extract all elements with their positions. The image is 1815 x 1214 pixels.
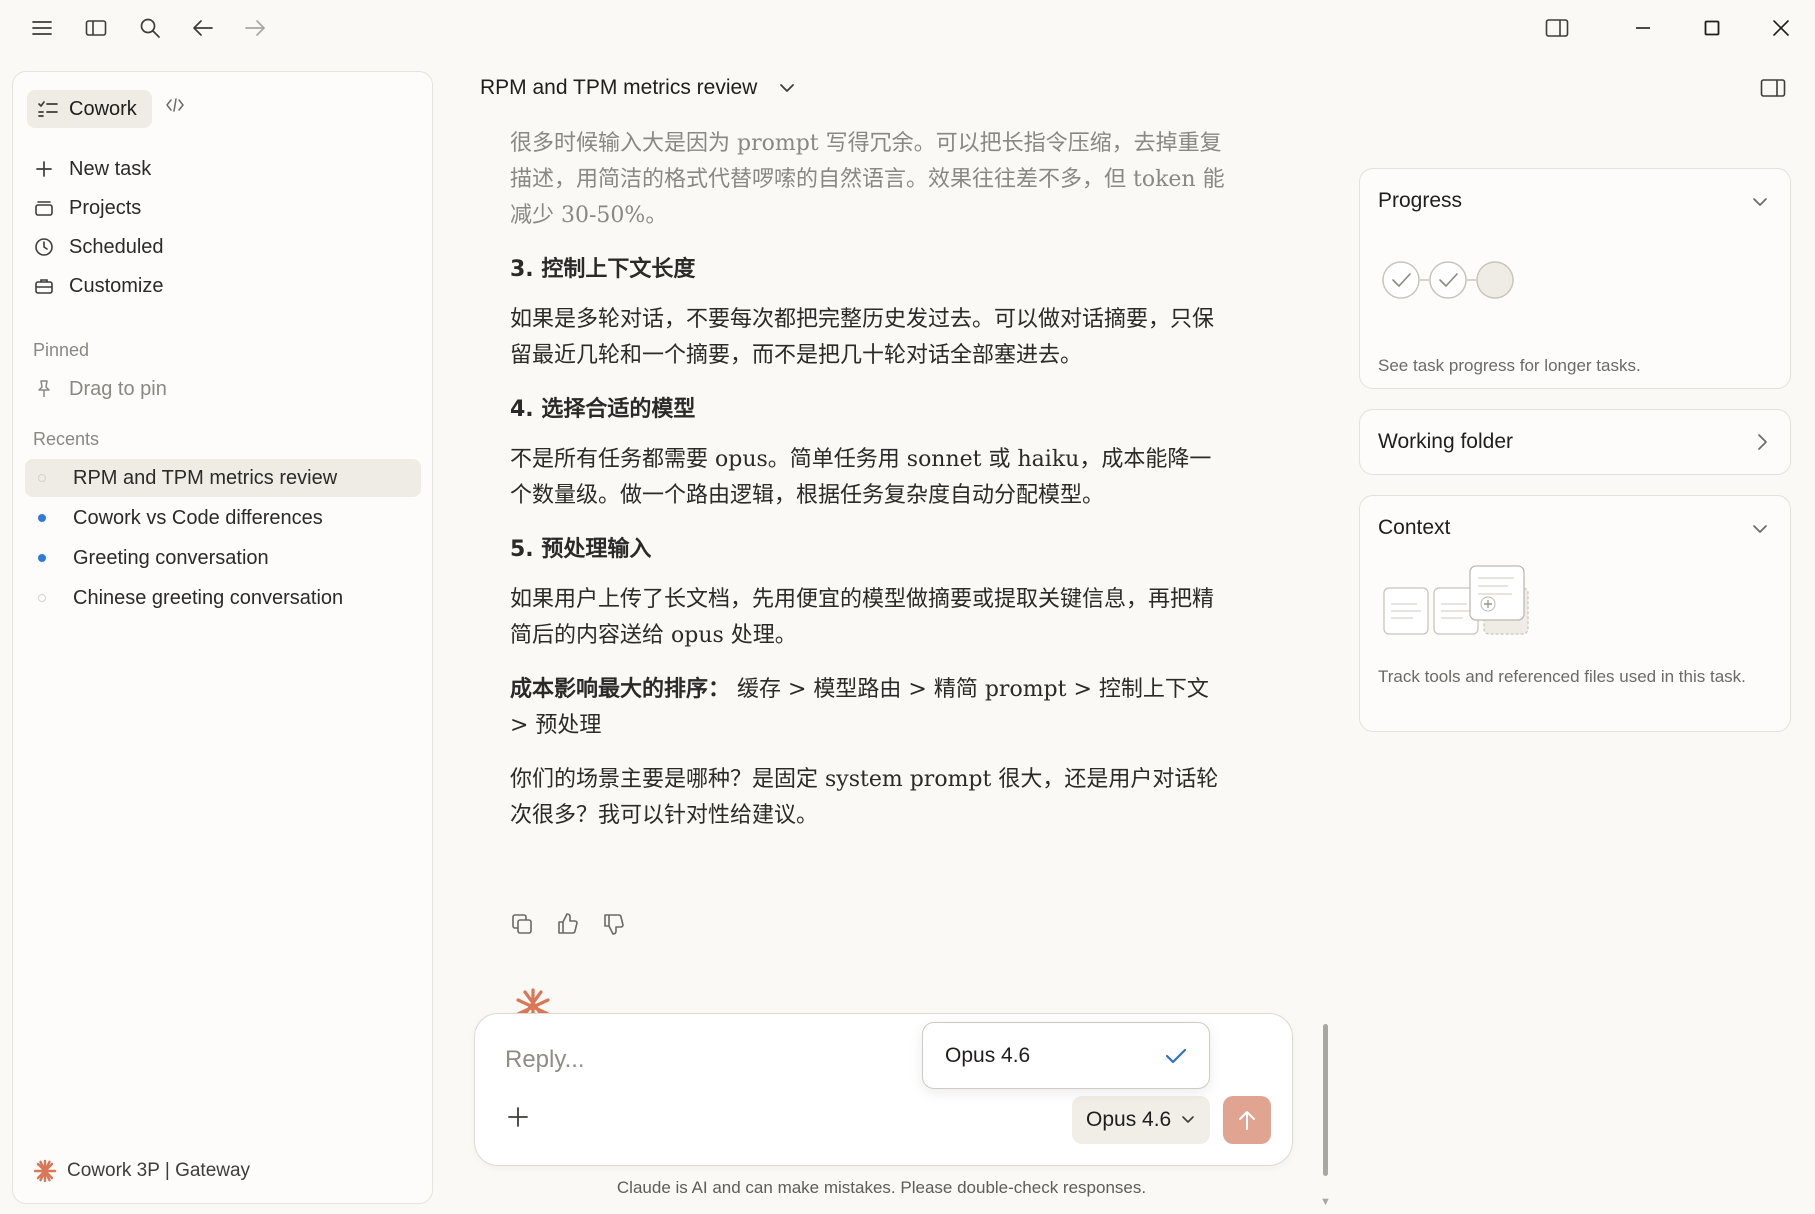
maximize-icon[interactable] [1698,14,1726,42]
thumbs-down-icon[interactable] [602,912,626,936]
section-heading: 3. 控制上下文长度 [510,257,696,282]
chat-title-button[interactable]: RPM and TPM metrics review [480,76,795,100]
back-arrow-icon[interactable] [189,14,217,42]
sidebar-item-scheduled[interactable]: Scheduled [33,230,164,264]
assistant-message: 很多时候输入大是因为 prompt 写得冗余。可以把长指令压缩，去掉重复描述，用… [510,126,1225,852]
checkmark-icon [1165,1047,1187,1065]
recent-item-rpm-tpm[interactable]: RPM and TPM metrics review [25,459,421,497]
side-panel-toggle-icon[interactable] [1760,78,1786,98]
close-icon[interactable] [1767,14,1795,42]
reply-input[interactable]: Reply... [505,1046,585,1074]
arrow-up-icon [1237,1109,1257,1131]
message-paragraph: 你们的场景主要是哪种？是固定 system prompt 很大，还是用户对话轮次… [510,767,1219,828]
progress-title: Progress [1378,189,1463,212]
copy-icon[interactable] [510,912,534,936]
progress-description: See task progress for longer tasks. [1378,356,1641,375]
add-attachment-icon[interactable] [507,1106,529,1128]
scrollbar-thumb[interactable] [1323,1024,1328,1176]
panel-layout-icon[interactable] [1543,14,1571,42]
recent-item-greeting[interactable]: Greeting conversation [25,539,421,577]
chevron-down-icon[interactable] [1752,524,1768,534]
claude-spark-icon [510,988,556,1014]
nav-label: Projects [69,196,142,219]
working-folder-card[interactable]: Working folder [1359,409,1791,475]
message-paragraph: 不是所有任务都需要 opus。简单任务用 sonnet 或 haiku，成本能降… [510,447,1212,508]
sidebar-toggle-icon[interactable] [82,14,110,42]
chevron-down-icon[interactable] [1752,197,1768,207]
message-paragraph: 如果是多轮对话，不要每次都把完整历史发过去。可以做对话摘要，只保留最近几轮和一个… [510,307,1215,368]
minimize-icon[interactable] [1629,14,1657,42]
status-dot [38,474,46,482]
chevron-down-icon [779,83,795,93]
recent-label: Greeting conversation [73,546,269,569]
nav-label: New task [69,157,152,180]
context-description: Track tools and referenced files used in… [1378,667,1746,686]
sidebar-item-projects[interactable]: Projects [33,191,141,225]
forward-arrow-icon[interactable] [241,14,269,42]
message-paragraph: 如果用户上传了长文档，先用便宜的模型做摘要或提取关键信息，再把精简后的内容送给 … [510,587,1215,648]
ranking-label: 成本影响最大的排序： [510,677,731,702]
model-option-label: Opus 4.6 [945,1043,1031,1067]
section-heading: 4. 选择合适的模型 [510,397,696,422]
context-title: Context [1378,516,1451,539]
model-label: Opus 4.6 [1086,1108,1172,1131]
title-bar [0,0,1815,56]
working-folder-title: Working folder [1378,430,1514,453]
model-selector-button[interactable]: Opus 4.6 [1072,1096,1210,1144]
recent-label: Chinese greeting conversation [73,586,344,609]
projects-icon [33,197,55,219]
nav-label: Scheduled [69,235,164,258]
sidebar: Cowork New task Projects Scheduled Custo… [12,71,433,1204]
chevron-down-icon [1181,1115,1195,1125]
pin-drop-zone: Drag to pin [33,372,167,406]
ranking-paragraph: 成本影响最大的排序： 缓存 > 模型路由 > 精简 prompt > 控制上下文… [510,672,1225,744]
nav-label: Customize [69,274,164,297]
mode-label: Cowork [69,97,137,120]
new-task-button[interactable]: New task [33,152,151,186]
context-files-illustration [1382,564,1532,640]
section-heading: 5. 预处理输入 [510,537,652,562]
pinned-heading: Pinned [33,340,90,360]
pin-icon [33,378,55,400]
plus-icon [33,158,55,180]
progress-steps-illustration [1382,259,1522,301]
recent-item-cowork-vs-code[interactable]: Cowork vs Code differences [25,499,421,537]
unread-dot [38,554,46,562]
progress-card: Progress See task progress for longer ta… [1359,168,1791,389]
chevron-right-icon [1756,433,1768,451]
recents-heading: Recents [33,429,100,449]
status-dot [38,594,46,602]
search-icon[interactable] [136,14,164,42]
disclaimer-text: Claude is AI and can make mistakes. Plea… [616,1178,1147,1197]
sidebar-item-customize[interactable]: Customize [33,269,163,303]
briefcase-icon [33,275,55,297]
message-paragraph: 很多时候输入大是因为 prompt 写得冗余。可以把长指令压缩，去掉重复描述，用… [510,131,1225,228]
chat-title: RPM and TPM metrics review [480,76,758,99]
recent-item-chinese-greeting[interactable]: Chinese greeting conversation [25,579,421,617]
menu-icon[interactable] [28,14,56,42]
pin-hint: Drag to pin [69,377,167,400]
context-card: Context Track tools and referenced files… [1359,495,1791,732]
message-actions [510,912,626,936]
code-mode-icon[interactable] [165,96,185,114]
recent-label: RPM and TPM metrics review [73,466,338,489]
model-option-opus[interactable]: Opus 4.6 [922,1022,1210,1089]
send-button[interactable] [1223,1096,1271,1144]
clock-icon [33,236,55,258]
unread-dot [38,514,46,522]
thumbs-up-icon[interactable] [556,912,580,936]
recent-label: Cowork vs Code differences [73,506,323,529]
cowork-mode-button[interactable]: Cowork [27,90,152,128]
task-list-icon [37,99,59,119]
